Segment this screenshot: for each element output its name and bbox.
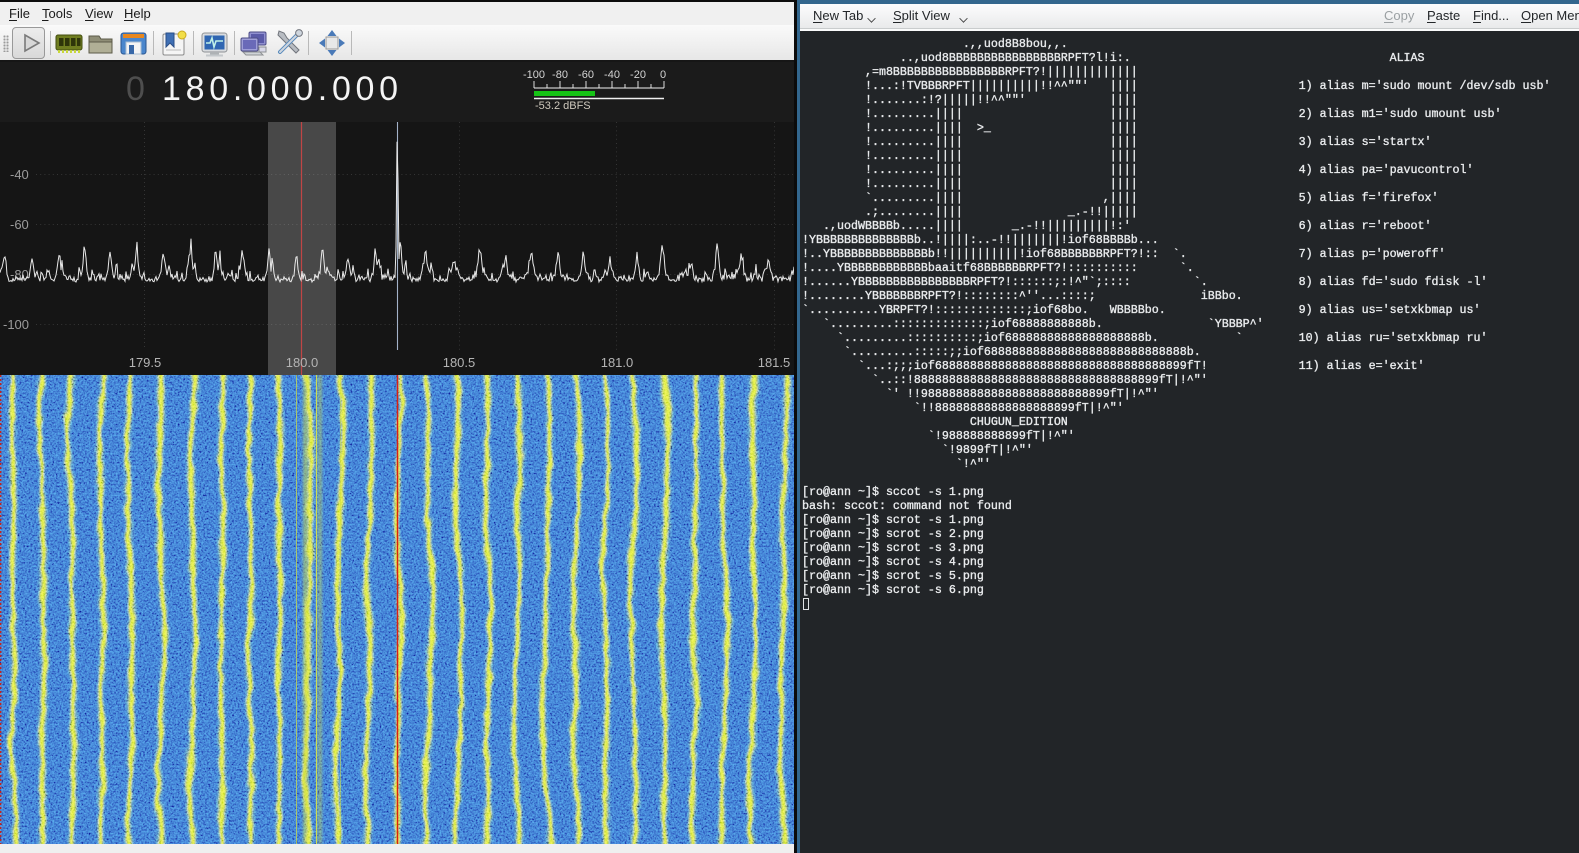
svg-text:0: 0 xyxy=(660,69,666,81)
svg-text:-40: -40 xyxy=(604,69,620,81)
svg-text:180.0: 180.0 xyxy=(286,355,319,370)
svg-text:-40: -40 xyxy=(10,167,29,182)
svg-text:-60: -60 xyxy=(10,217,29,232)
svg-text:181.0: 181.0 xyxy=(601,355,634,370)
svg-text:180.5: 180.5 xyxy=(443,355,476,370)
svg-text:179.5: 179.5 xyxy=(129,355,162,370)
svg-text:-100: -100 xyxy=(3,317,29,332)
svg-text:-60: -60 xyxy=(578,69,594,81)
svg-text:-20: -20 xyxy=(630,69,646,81)
svg-text:-53.2 dBFS: -53.2 dBFS xyxy=(535,100,591,112)
svg-text:181.5: 181.5 xyxy=(758,355,791,370)
svg-text:-80: -80 xyxy=(552,69,568,81)
svg-text:-100: -100 xyxy=(523,69,545,81)
